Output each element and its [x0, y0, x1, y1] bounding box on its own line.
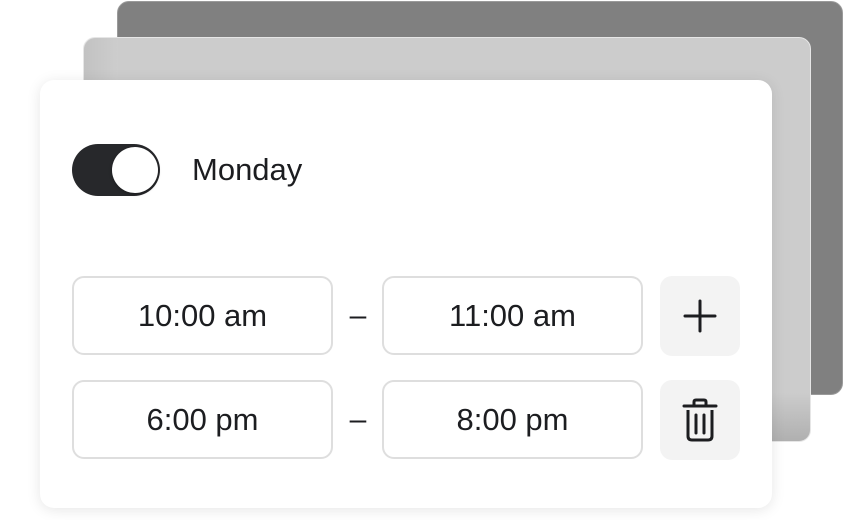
trash-icon	[680, 398, 720, 442]
day-schedule-card: Monday 10:00 am – 11:00 am 6:00 pm – 8:0…	[40, 80, 772, 508]
time-range-separator: –	[349, 403, 367, 436]
start-time-field[interactable]: 10:00 am	[72, 276, 333, 355]
availability-stage: Monday 10:00 am – 11:00 am 6:00 pm – 8:0…	[0, 0, 844, 520]
time-range-separator: –	[349, 299, 367, 332]
add-time-slot-button[interactable]	[660, 276, 740, 356]
day-label: Monday	[192, 152, 303, 187]
plus-icon	[682, 298, 718, 334]
end-time-field[interactable]: 11:00 am	[382, 276, 643, 355]
end-time-field[interactable]: 8:00 pm	[382, 380, 643, 459]
delete-time-slot-button[interactable]	[660, 380, 740, 460]
day-enabled-toggle[interactable]	[72, 144, 160, 196]
start-time-field[interactable]: 6:00 pm	[72, 380, 333, 459]
toggle-knob	[112, 147, 158, 193]
